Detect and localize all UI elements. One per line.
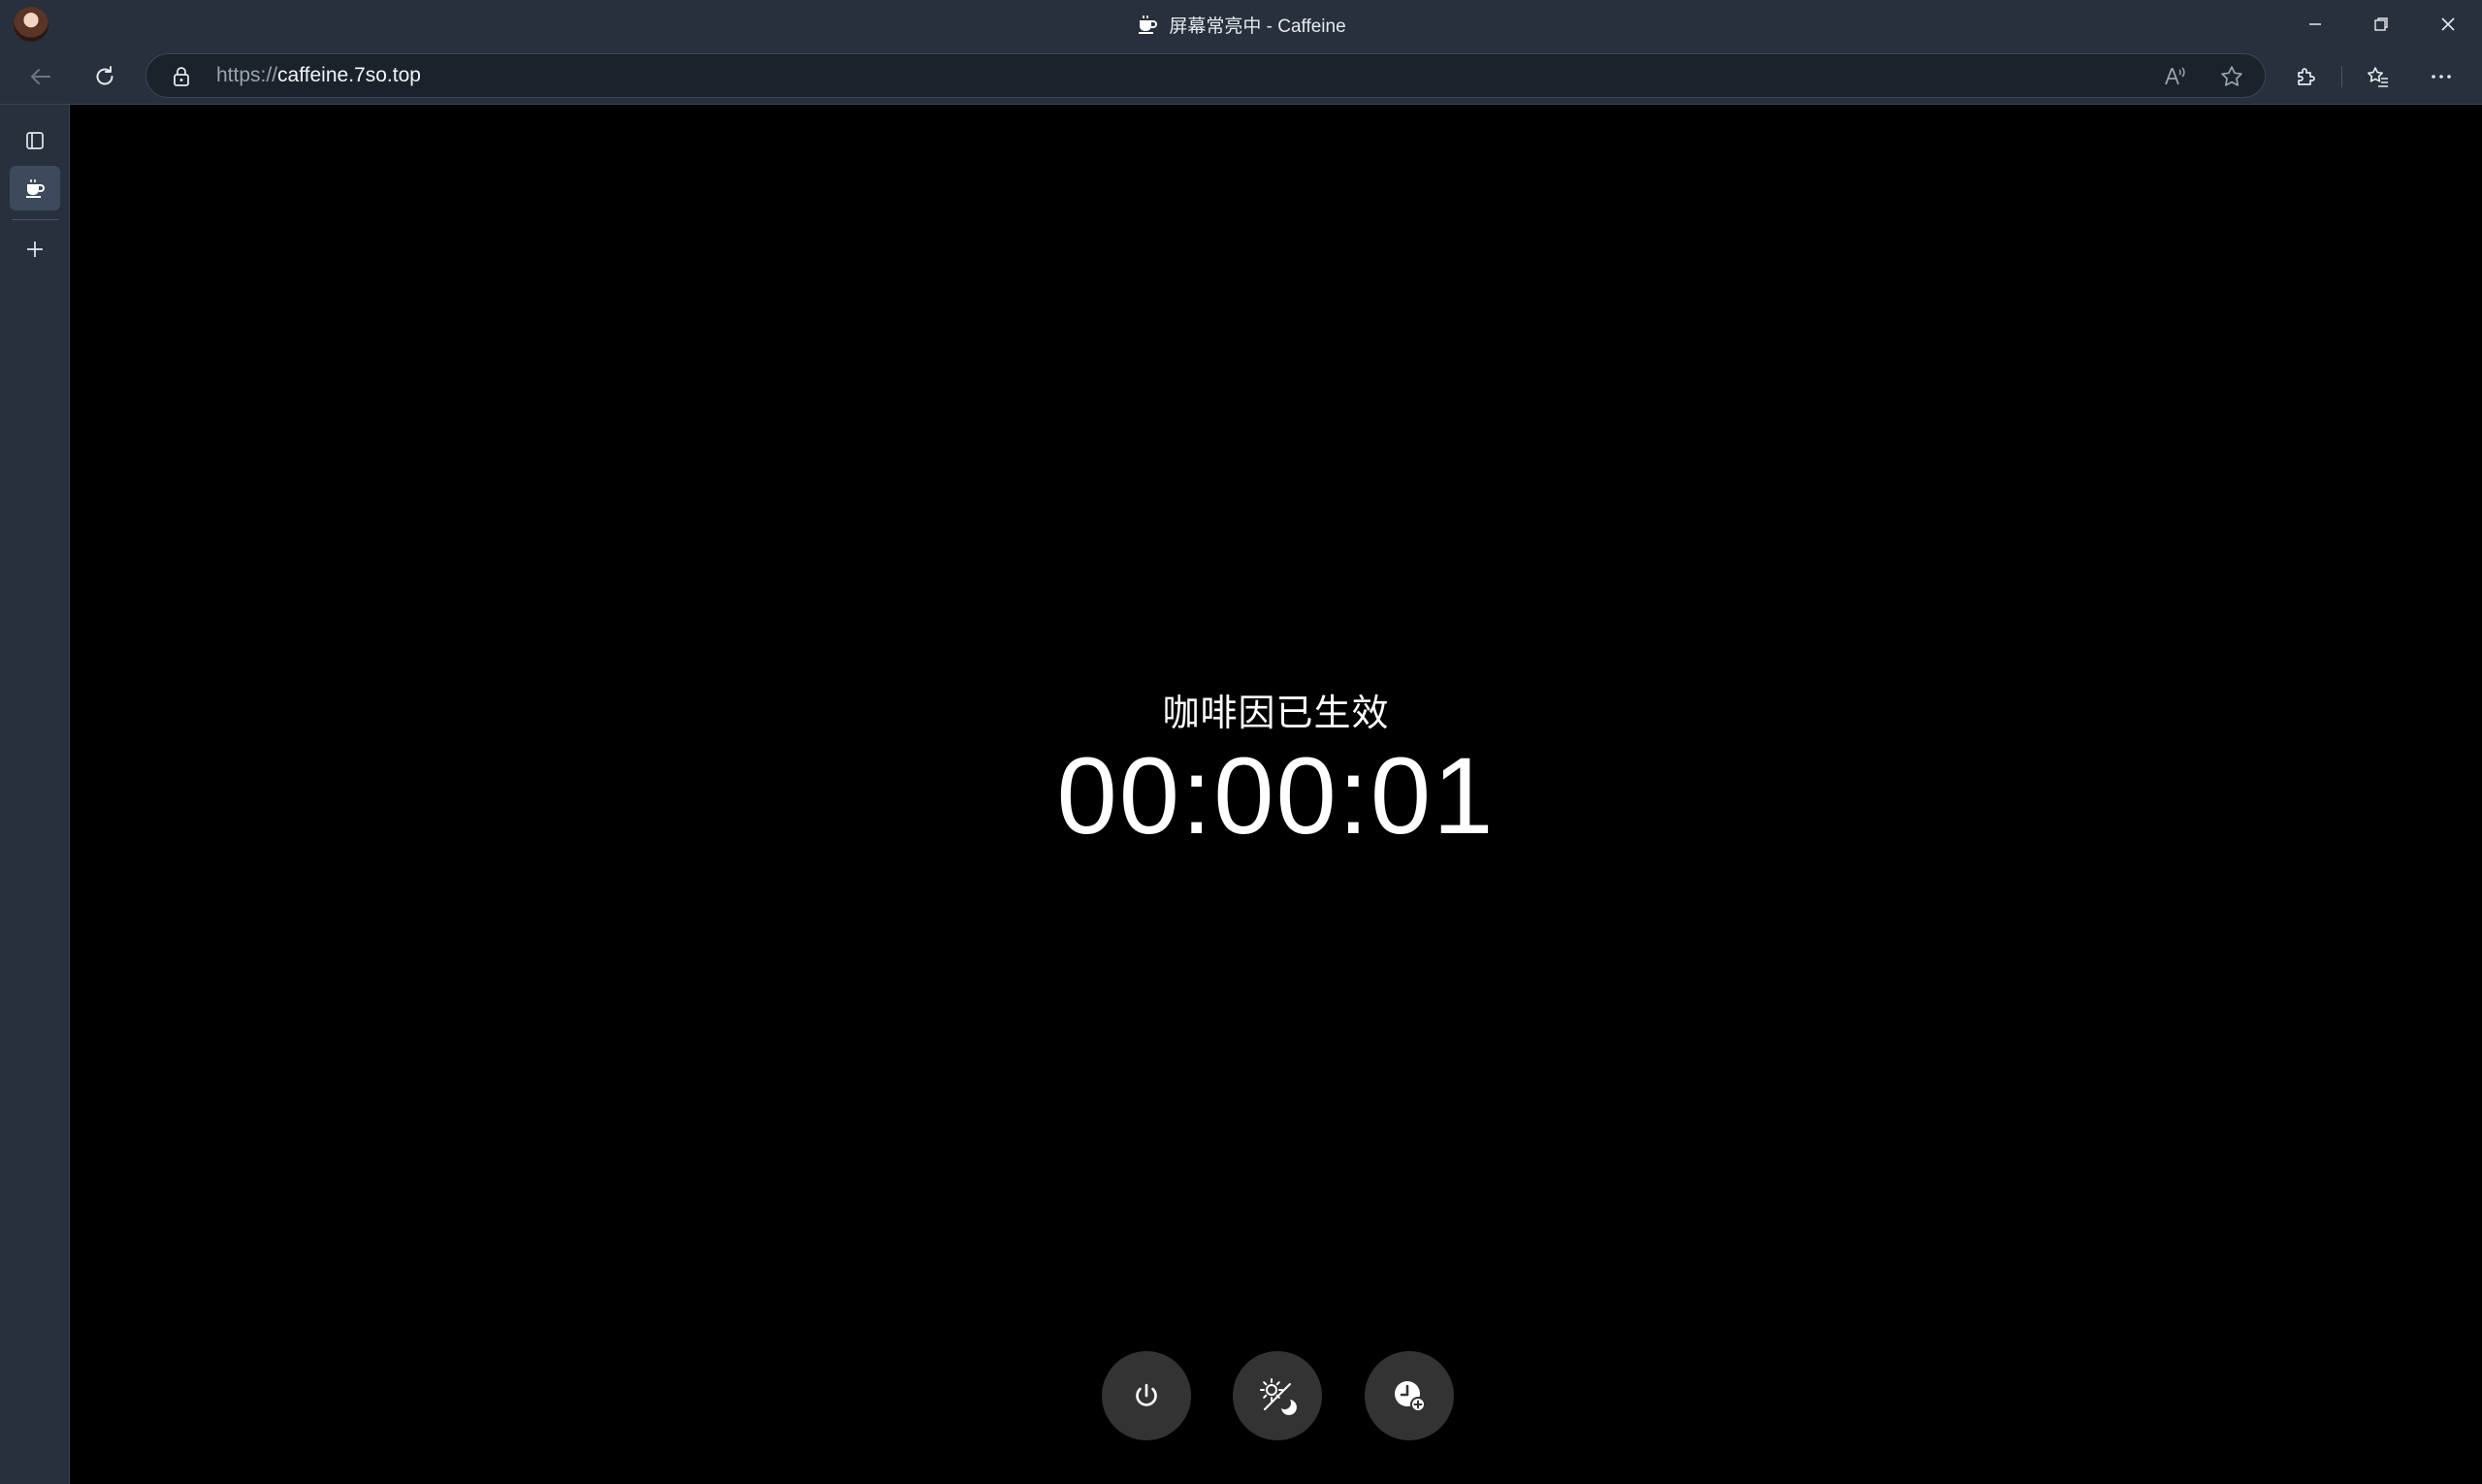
timer-button[interactable] xyxy=(1365,1351,1454,1440)
window-title: 屏幕常亮中 - Caffeine xyxy=(1169,16,1346,37)
coffee-cup-icon xyxy=(23,177,47,200)
back-arrow-icon xyxy=(28,64,53,89)
minimize-button[interactable] xyxy=(2282,0,2348,48)
more-dots-icon xyxy=(2429,64,2454,89)
power-icon xyxy=(1130,1379,1163,1412)
close-button[interactable] xyxy=(2415,0,2481,48)
read-aloud-icon[interactable] xyxy=(2161,63,2188,90)
extensions-button[interactable] xyxy=(2287,57,2326,96)
plus-icon xyxy=(23,238,47,261)
refresh-icon xyxy=(92,64,117,89)
elapsed-timer: 00:00:01 xyxy=(1056,735,1496,856)
restore-button[interactable] xyxy=(2348,0,2414,48)
lock-icon[interactable] xyxy=(170,65,193,88)
brightness-mode-button[interactable] xyxy=(1233,1351,1322,1440)
back-button[interactable] xyxy=(21,57,60,96)
toolbar-divider xyxy=(2341,66,2342,87)
tab-actions-icon xyxy=(23,129,47,152)
page-content: 咖啡因已生效 00:00:01 xyxy=(70,105,2482,1484)
url-text[interactable]: https://caffeine.7so.top xyxy=(216,54,421,97)
favorites-list-icon xyxy=(2366,64,2391,89)
sun-moon-icon xyxy=(1258,1376,1297,1415)
title-bar: 屏幕常亮中 - Caffeine xyxy=(0,0,2482,48)
more-button[interactable] xyxy=(2422,57,2461,96)
window-title-area: 屏幕常亮中 - Caffeine xyxy=(0,0,2482,48)
favorites-button[interactable] xyxy=(2359,57,2398,96)
tab-actions-button[interactable] xyxy=(10,118,60,163)
refresh-button[interactable] xyxy=(85,57,124,96)
browser-toolbar: https://caffeine.7so.top xyxy=(0,48,2482,105)
url-host: caffeine.7so.top xyxy=(277,64,421,86)
power-button[interactable] xyxy=(1102,1351,1191,1440)
vertical-tabs-sidebar xyxy=(0,105,70,1484)
control-buttons xyxy=(1102,1351,1454,1440)
caffeine-status-text: 咖啡因已生效 xyxy=(1162,694,1390,734)
star-icon[interactable] xyxy=(2218,63,2245,90)
new-tab-button[interactable] xyxy=(10,227,60,272)
clock-plus-icon xyxy=(1390,1376,1429,1415)
address-bar[interactable]: https://caffeine.7so.top xyxy=(145,53,2266,98)
coffee-cup-icon xyxy=(1136,13,1159,36)
browser-window: 屏幕常亮中 - Caffeine https://caffeine.7so.to… xyxy=(0,0,2482,1484)
sidebar-divider xyxy=(12,219,58,220)
puzzle-icon xyxy=(2294,64,2319,89)
url-scheme: https:// xyxy=(216,64,278,86)
tab-caffeine[interactable] xyxy=(10,166,60,210)
